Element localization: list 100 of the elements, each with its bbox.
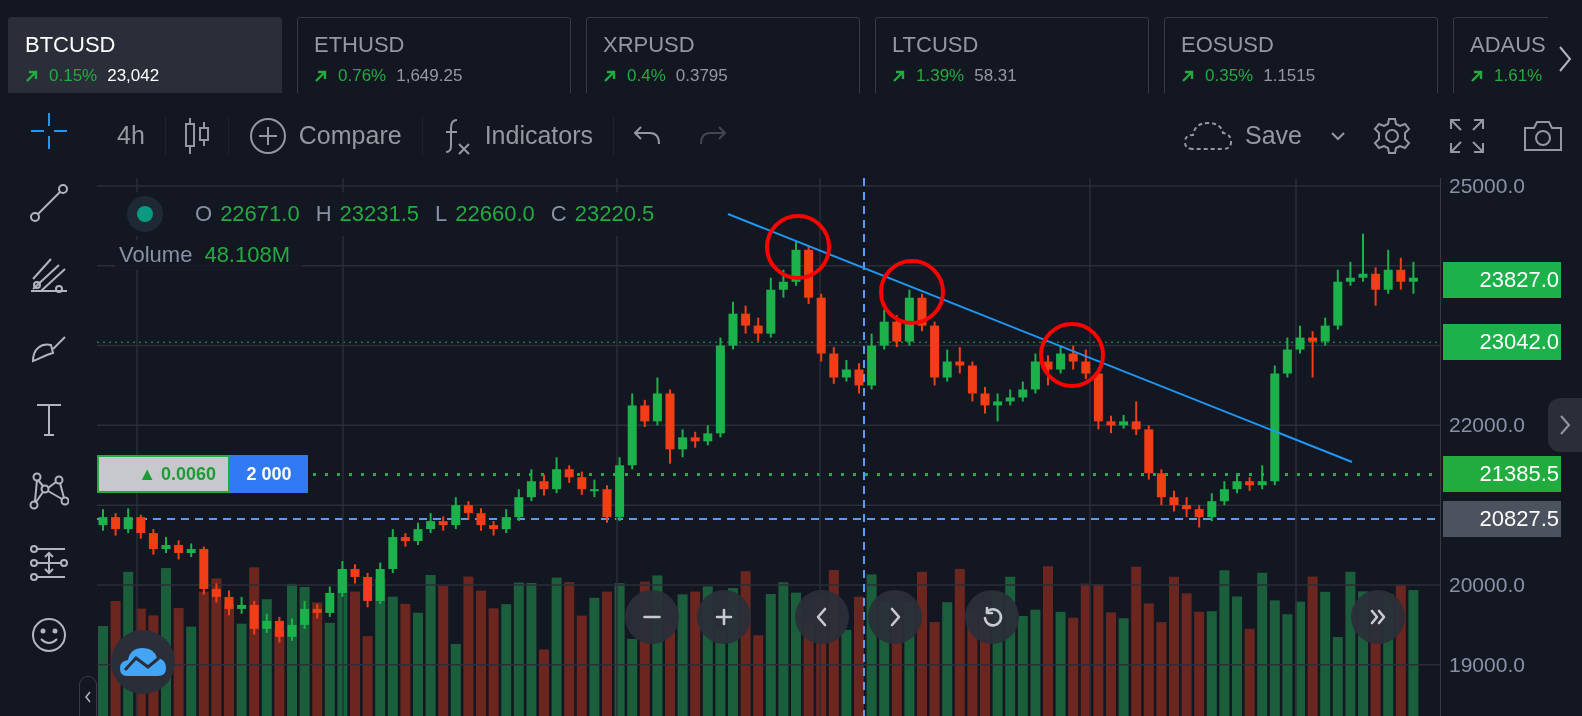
candlestick xyxy=(426,512,436,535)
ruler-lines-icon xyxy=(28,543,69,583)
ticker-price: 0.3795 xyxy=(675,66,728,86)
candlestick xyxy=(1156,468,1166,507)
ohlc-value: 23231.5 xyxy=(339,201,420,227)
candlestick xyxy=(287,617,297,642)
candles-icon xyxy=(183,115,210,156)
compare-button[interactable]: Compare xyxy=(228,110,422,161)
candlestick xyxy=(1345,260,1355,287)
cloud-chart-icon xyxy=(119,646,167,678)
crosshair-tool-button[interactable] xyxy=(28,111,69,151)
zoom-out-button[interactable] xyxy=(625,590,679,644)
candlestick xyxy=(1207,492,1217,523)
candlestick xyxy=(1383,248,1393,295)
highlight-circle xyxy=(765,214,831,280)
ticker-symbol: XRPUSD xyxy=(603,32,696,58)
candlestick xyxy=(1182,496,1192,519)
ticker-change: 1.61% xyxy=(1494,66,1543,86)
chevron-right-icon xyxy=(1557,44,1573,74)
chevron-right-icon xyxy=(1559,414,1571,436)
candlestick xyxy=(136,513,146,540)
measure-tool-button[interactable] xyxy=(28,543,69,583)
price-axis-label: 22000.0 xyxy=(1449,413,1525,438)
candlestick xyxy=(1068,344,1078,371)
candlestick xyxy=(249,599,259,636)
ticker-change: 0.76% xyxy=(338,66,387,86)
ticker-card[interactable]: ETHUSD 0.76% 1,649.25 xyxy=(297,17,571,93)
up-arrow-icon xyxy=(1470,69,1484,83)
candlestick xyxy=(892,314,902,349)
candlestick xyxy=(1396,256,1406,291)
candlestick xyxy=(111,512,121,537)
candlestick xyxy=(1320,316,1330,347)
price-tag: 20827.5 xyxy=(1443,500,1561,537)
candlestick xyxy=(942,348,952,383)
ohlc-label: L xyxy=(435,201,448,227)
candlestick xyxy=(1295,324,1305,355)
crosshair-icon xyxy=(28,111,69,151)
up-arrow-icon xyxy=(603,69,617,83)
collapse-toolbar-button[interactable] xyxy=(79,676,97,716)
candlestick xyxy=(778,268,788,299)
ticker-card[interactable]: XRPUSD 0.4% 0.3795 xyxy=(586,17,860,93)
highlight-circle xyxy=(1039,322,1105,388)
candlestick xyxy=(577,470,587,496)
volume-label: Volume xyxy=(119,242,193,268)
pattern-tool-button[interactable] xyxy=(28,471,69,511)
candlestick xyxy=(993,392,1003,423)
candlestick xyxy=(148,528,158,556)
ticker-card[interactable]: LTCUSD 1.39% 58.31 xyxy=(875,17,1149,93)
plus-circle-icon xyxy=(248,116,287,155)
candlestick xyxy=(514,488,524,523)
candlestick xyxy=(463,500,473,521)
camera-icon xyxy=(1522,118,1564,153)
ticker-symbol: ADAUS xyxy=(1470,32,1547,58)
up-arrow-icon xyxy=(25,69,39,83)
candlestick xyxy=(552,456,562,495)
candlestick xyxy=(325,585,335,618)
interval-button[interactable]: 4h xyxy=(97,110,165,161)
candlestick xyxy=(123,507,133,535)
candlestick xyxy=(501,508,511,535)
candlestick xyxy=(262,612,272,634)
ohlc-value: 22671.0 xyxy=(220,201,300,227)
price-axis-label: 25000.0 xyxy=(1449,173,1525,198)
ticker-symbol: ETHUSD xyxy=(314,32,406,58)
ticker-card[interactable]: EOSUSD 0.35% 1.1515 xyxy=(1164,17,1438,93)
ticker-price: 1.1515 xyxy=(1263,66,1316,86)
ohlc-value: 22660.0 xyxy=(455,201,535,227)
candlestick xyxy=(980,386,990,415)
candlestick xyxy=(1081,348,1091,381)
ticker-card[interactable]: BTCUSD 0.15% 23,042 xyxy=(8,17,282,93)
volume-bar xyxy=(539,649,549,716)
save-button[interactable]: Save xyxy=(1163,110,1322,161)
candlestick xyxy=(1282,336,1292,379)
expand-panel-button[interactable] xyxy=(1548,398,1582,452)
candlestick xyxy=(1018,380,1028,403)
candlestick xyxy=(741,304,751,335)
candlestick xyxy=(526,468,536,503)
candlestick xyxy=(703,424,713,447)
candlestick xyxy=(451,496,461,531)
candlestick xyxy=(753,316,763,343)
ticker-price: 58.31 xyxy=(974,66,1017,86)
ohlc-value: 23220.5 xyxy=(574,201,655,227)
candlestick xyxy=(1232,472,1242,495)
reset-chart-button[interactable] xyxy=(965,590,1019,644)
ohlc-label: H xyxy=(315,201,332,227)
fullscreen-icon xyxy=(1448,116,1486,155)
ticker-change: 0.35% xyxy=(1205,66,1254,86)
ticker-change: 1.39% xyxy=(916,66,965,86)
caret-icon xyxy=(1330,130,1346,141)
candlestick xyxy=(1257,464,1267,491)
series-visibility-icon[interactable] xyxy=(127,196,163,232)
indicators-button[interactable]: Indicators xyxy=(422,110,614,161)
settings-icon xyxy=(1372,115,1412,156)
candlestick xyxy=(1169,489,1179,513)
volume-value: 48.108M xyxy=(204,242,290,268)
ticker-symbol: EOSUSD xyxy=(1181,32,1275,58)
up-arrow-icon xyxy=(314,69,328,83)
order-quantity[interactable]: 2 000 xyxy=(230,455,308,493)
candlestick xyxy=(829,346,839,385)
trend-line-tool-button[interactable] xyxy=(28,183,69,223)
candlestick xyxy=(1131,400,1141,436)
